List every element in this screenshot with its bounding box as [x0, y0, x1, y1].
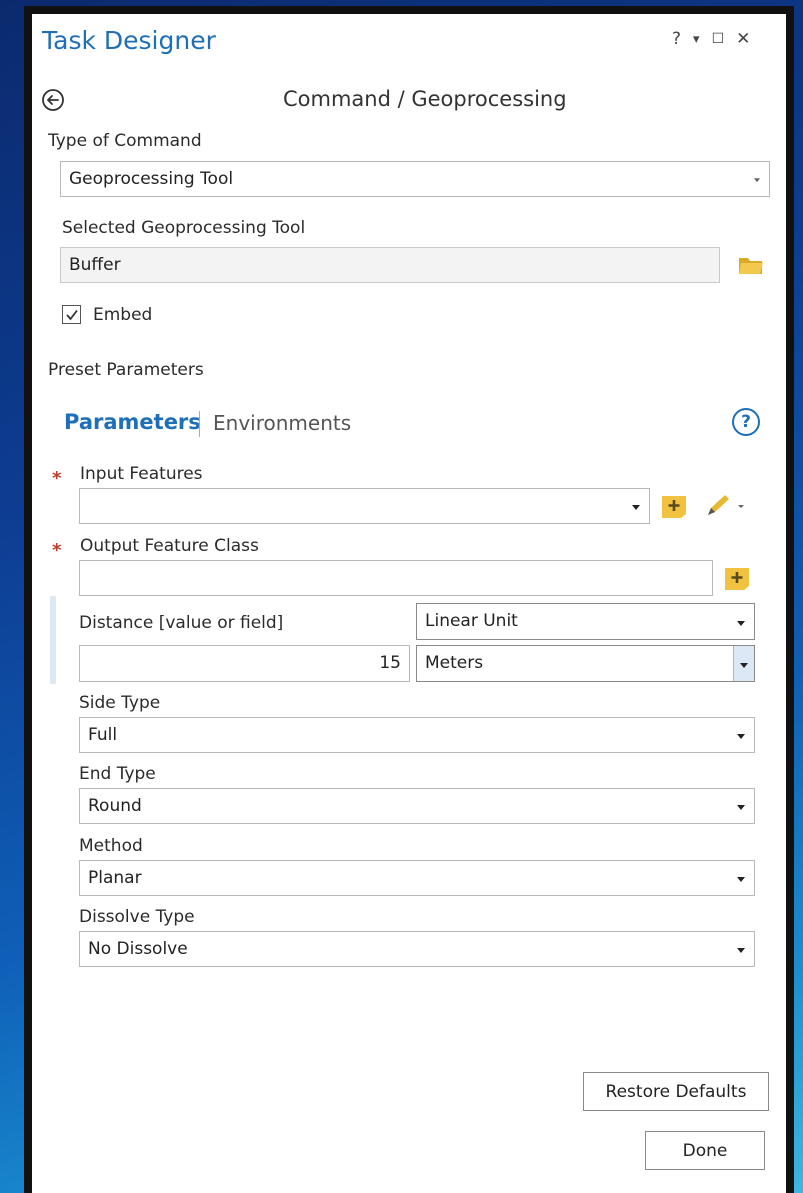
chevron-down-icon	[737, 734, 745, 739]
output-feature-class-label: Output Feature Class	[80, 536, 259, 556]
distance-unit-select[interactable]: Meters	[416, 645, 755, 682]
selected-tool-value: Buffer	[69, 254, 121, 275]
chevron-down-icon	[737, 948, 745, 953]
required-asterisk: *	[52, 468, 62, 489]
dissolve-type-select[interactable]: No Dissolve	[79, 931, 755, 967]
type-of-command-select[interactable]: Geoprocessing Tool	[60, 161, 770, 197]
add-data-icon[interactable]	[721, 563, 753, 593]
end-type-select[interactable]: Round	[79, 788, 755, 824]
tab-divider	[199, 411, 200, 437]
embed-checkbox[interactable]	[62, 305, 81, 324]
maximize-icon[interactable]: ☐	[712, 31, 725, 47]
add-data-icon[interactable]	[658, 491, 690, 521]
distance-label: Distance [value or field]	[79, 613, 284, 633]
input-features-label: Input Features	[80, 464, 203, 484]
pin-dropdown-icon[interactable]: ▾	[693, 32, 700, 47]
dissolve-type-label: Dissolve Type	[79, 907, 195, 927]
tab-environments[interactable]: Environments	[213, 411, 351, 435]
edit-pencil-icon[interactable]	[702, 491, 748, 521]
help-icon[interactable]: ?	[672, 29, 681, 49]
type-of-command-value: Geoprocessing Tool	[69, 168, 234, 189]
pane-title: Task Designer	[42, 26, 216, 55]
tab-parameters[interactable]: Parameters	[64, 410, 201, 434]
folder-open-icon[interactable]	[735, 251, 767, 279]
window-controls: ? ▾ ☐ ✕	[672, 26, 782, 52]
side-type-select[interactable]: Full	[79, 717, 755, 753]
output-feature-class-input[interactable]	[79, 560, 713, 596]
chevron-down-icon	[737, 805, 745, 810]
distance-mode-select[interactable]: Linear Unit	[416, 603, 755, 640]
task-designer-pane: Task Designer ? ▾ ☐ ✕ Command / Geoproce…	[32, 14, 786, 1193]
page-title: Command / Geoprocessing	[283, 87, 567, 111]
checkmark-icon	[65, 309, 78, 320]
side-type-label: Side Type	[79, 693, 161, 713]
close-icon[interactable]: ✕	[736, 29, 750, 49]
chevron-down-icon	[632, 505, 640, 510]
selected-tool-label: Selected Geoprocessing Tool	[62, 218, 306, 238]
input-features-select[interactable]	[79, 488, 650, 524]
restore-defaults-button[interactable]: Restore Defaults	[583, 1072, 769, 1111]
back-arrow-icon[interactable]	[40, 87, 66, 113]
chevron-down-icon	[737, 877, 745, 882]
distance-row-highlight	[50, 596, 56, 684]
selected-tool-field[interactable]: Buffer	[60, 247, 720, 283]
help-circle-icon[interactable]: ?	[732, 408, 760, 436]
distance-value-input[interactable]: 15	[79, 645, 410, 682]
required-asterisk: *	[52, 540, 62, 561]
chevron-down-icon	[740, 662, 748, 668]
dropdown-button[interactable]	[733, 646, 754, 681]
method-select[interactable]: Planar	[79, 860, 755, 896]
method-label: Method	[79, 836, 143, 856]
done-button[interactable]: Done	[645, 1131, 765, 1170]
end-type-label: End Type	[79, 764, 156, 784]
chevron-down-icon	[754, 178, 760, 183]
chevron-down-icon	[737, 620, 745, 626]
type-of-command-label: Type of Command	[48, 131, 202, 151]
preset-parameters-label: Preset Parameters	[48, 360, 204, 380]
embed-label: Embed	[93, 305, 153, 325]
